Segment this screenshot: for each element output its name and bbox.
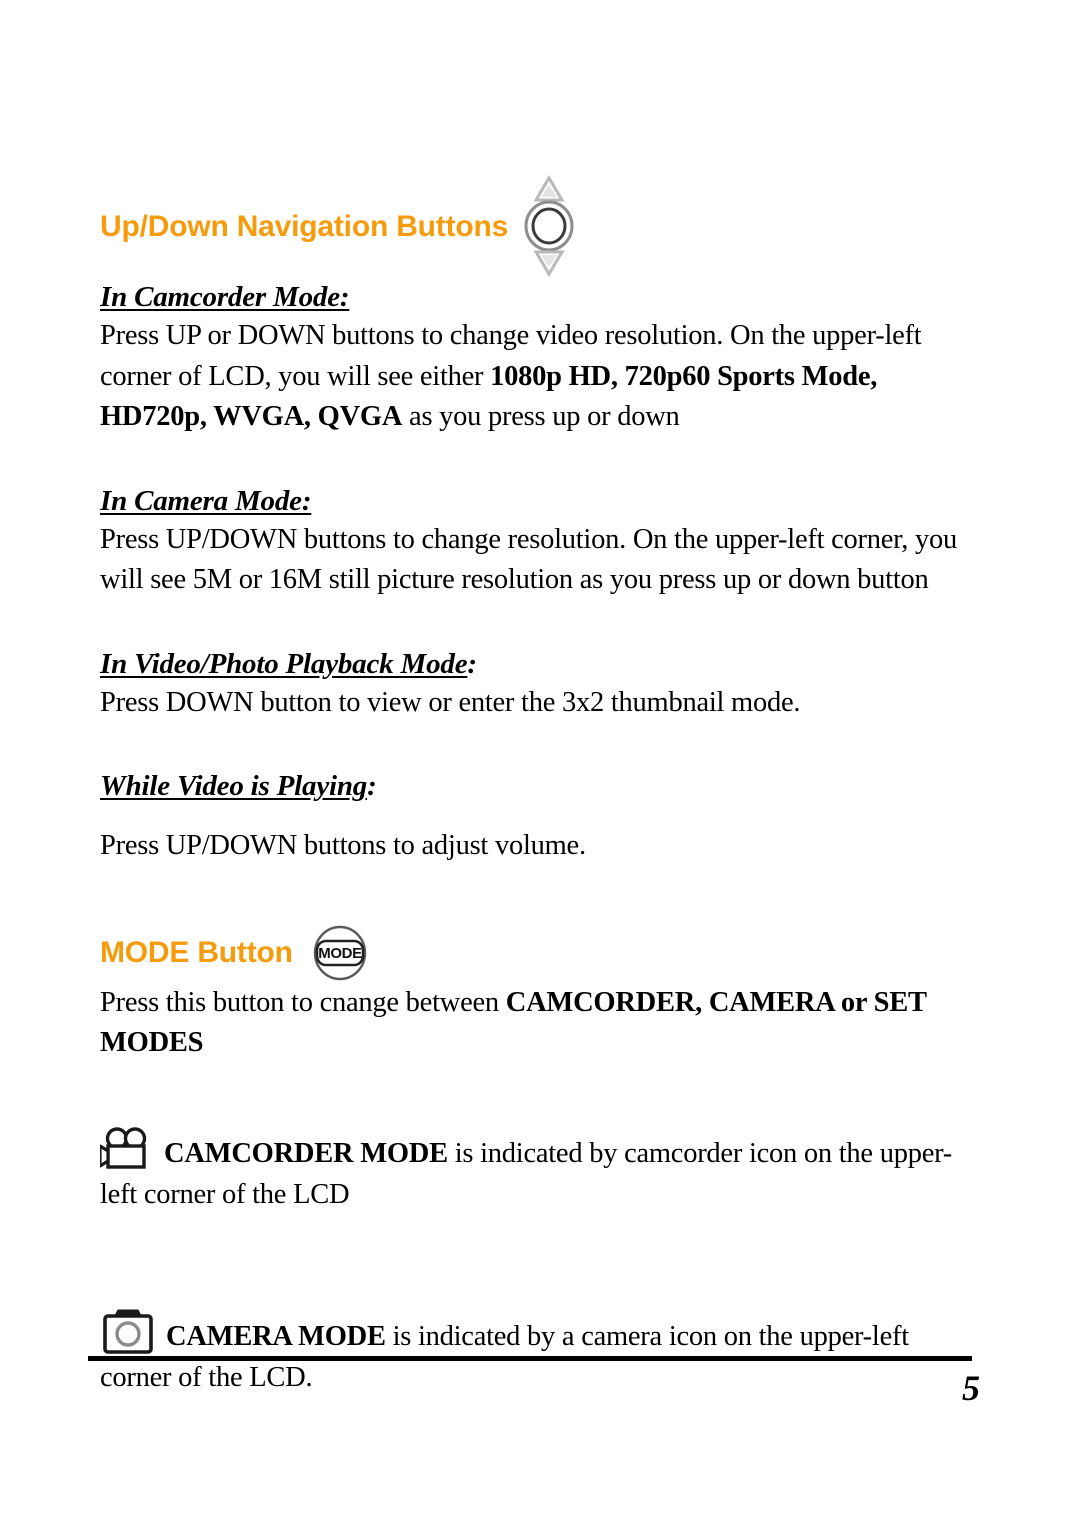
subheading-camcorder-mode: In Camcorder Mode:: [100, 280, 980, 314]
section-heading-mode-button: MODE Button MODE: [100, 924, 980, 981]
subheading-camera-mode-label: In Camera Mode:: [100, 484, 312, 517]
mode-button-intro-text: Press this button to cnange between: [100, 987, 506, 1019]
paragraph-camera-mode-indicator: CAMERA MODE is indicated by a camera ico…: [100, 1308, 980, 1398]
mode-button-icon: MODE: [307, 925, 373, 981]
paragraph-while-playing: Press UP/DOWN buttons to adjust volume.: [100, 829, 586, 861]
subheading-camcorder-mode-label: In Camcorder Mode:: [100, 281, 350, 313]
camcorder-mode-text-part2: as you press up or down: [402, 401, 680, 433]
section-heading-navigation: Up/Down Navigation Buttons: [100, 174, 980, 278]
paragraph-playback-mode: Press DOWN button to view or enter the 3…: [100, 687, 801, 718]
subheading-playback-mode-colon: :: [467, 647, 477, 680]
subheading-playback-mode: In Video/Photo Playback Mode:: [100, 647, 980, 681]
subheading-while-playing-colon: :: [367, 770, 377, 803]
subheading-playback-mode-label: In Video/Photo Playback Mode: [100, 647, 468, 680]
page-number: 5: [962, 1368, 980, 1408]
paragraph-camcorder-mode-indicator: CAMCORDER MODE is indicated by camcorder…: [98, 1127, 980, 1215]
camcorder-icon: [98, 1127, 162, 1173]
page-content: Up/Down Navigation Buttons In Camcorder …: [98, 174, 980, 1427]
section-heading-navigation-label: Up/Down Navigation Buttons: [100, 210, 509, 243]
camera-mode-label: CAMERA MODE: [166, 1321, 386, 1353]
section-heading-mode-button-label: MODE Button: [100, 935, 293, 969]
paragraph-mode-button-intro: Press this button to cnange between CAMC…: [100, 983, 980, 1063]
subheading-while-playing-label: While Video is Playing: [100, 770, 368, 803]
footer-divider: [88, 1356, 972, 1361]
manual-page: Up/Down Navigation Buttons In Camcorder …: [0, 0, 1080, 1521]
up-down-navigation-button-icon: [522, 174, 576, 278]
paragraph-camera-mode: Press UP/DOWN buttons to change resoluti…: [100, 523, 958, 596]
camera-icon: [100, 1308, 156, 1356]
svg-text:MODE: MODE: [318, 945, 362, 962]
subheading-while-playing: While Video is Playing:: [100, 769, 980, 803]
paragraph-camcorder-mode: Press UP or DOWN buttons to change video…: [100, 316, 980, 437]
camcorder-mode-label: CAMCORDER MODE: [164, 1138, 448, 1170]
subheading-camera-mode: In Camera Mode:: [100, 484, 980, 518]
